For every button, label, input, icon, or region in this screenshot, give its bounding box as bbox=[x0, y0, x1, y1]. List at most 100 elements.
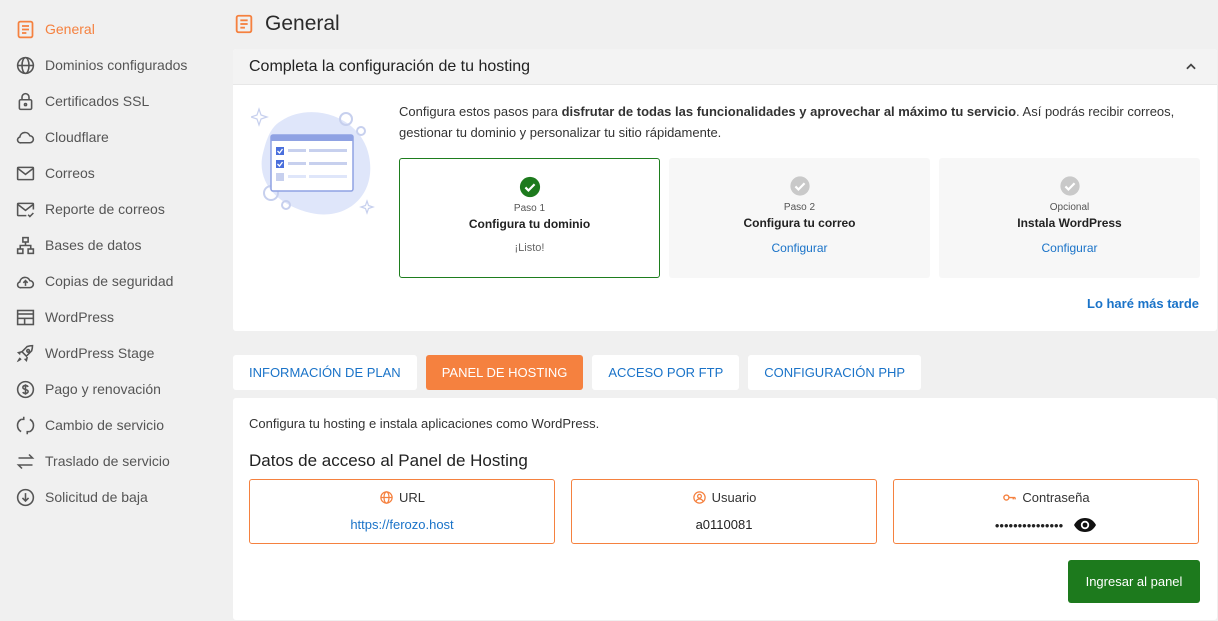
chevron-up-icon[interactable] bbox=[1181, 57, 1201, 77]
database-tree-icon bbox=[14, 234, 36, 256]
password-label-text: Contraseña bbox=[1022, 490, 1090, 505]
step-number: Opcional bbox=[1049, 202, 1090, 213]
configure-wordpress-link[interactable]: Configurar bbox=[1041, 241, 1097, 255]
lock-icon bbox=[14, 90, 36, 112]
cloud-icon bbox=[14, 126, 36, 148]
checklist-illustration bbox=[251, 107, 375, 215]
step-name: Instala WordPress bbox=[1017, 216, 1122, 230]
step-name: Configura tu dominio bbox=[468, 217, 591, 231]
sidebar-item-label: Dominios configurados bbox=[45, 57, 188, 73]
setup-card-body: Configura estos pasos para disfrutar de … bbox=[233, 85, 1217, 331]
setup-card-title: Completa la configuración de tu hosting bbox=[249, 57, 531, 75]
sidebar-item-bases-datos[interactable]: Bases de datos bbox=[0, 227, 215, 263]
user-label-text: Usuario bbox=[711, 490, 757, 505]
sidebar: General Dominios configurados Certificad… bbox=[0, 0, 215, 621]
arrow-down-circle-icon bbox=[14, 486, 36, 508]
configure-mail-link[interactable]: Configurar bbox=[771, 241, 827, 255]
page-header: General bbox=[233, 0, 1217, 48]
check-circle-icon bbox=[519, 176, 540, 198]
step-number: Paso 2 bbox=[783, 202, 816, 213]
sidebar-item-label: Traslado de servicio bbox=[45, 453, 170, 469]
tab-ftp-access[interactable]: ACCESO POR FTP bbox=[592, 355, 740, 390]
sidebar-item-wordpress[interactable]: WordPress bbox=[0, 299, 215, 335]
document-icon bbox=[14, 18, 36, 40]
url-label: URL bbox=[379, 490, 425, 505]
sidebar-item-label: Solicitud de baja bbox=[45, 489, 148, 505]
step-name: Configura tu correo bbox=[743, 216, 856, 230]
tab-plan-info[interactable]: INFORMACIÓN DE PLAN bbox=[233, 355, 417, 390]
tab-php-config[interactable]: CONFIGURACIÓN PHP bbox=[748, 355, 922, 390]
sidebar-item-wordpress-stage[interactable]: WordPress Stage bbox=[0, 335, 215, 371]
sidebar-item-cloudflare[interactable]: Cloudflare bbox=[0, 119, 215, 155]
globe-icon bbox=[380, 491, 393, 504]
setup-steps: Paso 1 Configura tu dominio ¡Listo! Paso… bbox=[399, 158, 1200, 278]
step-mail: Paso 2 Configura tu correo Configurar bbox=[669, 158, 930, 278]
sidebar-item-label: Copias de seguridad bbox=[45, 273, 174, 289]
mail-icon bbox=[14, 162, 36, 184]
hosting-panel-card: Configura tu hosting e instala aplicacio… bbox=[233, 398, 1217, 620]
user-label: Usuario bbox=[692, 490, 757, 505]
step-status: ¡Listo! bbox=[514, 242, 545, 254]
eye-icon[interactable] bbox=[1073, 517, 1097, 533]
rocket-icon bbox=[14, 342, 36, 364]
page-title: General bbox=[265, 12, 340, 35]
check-circle-icon bbox=[789, 176, 810, 196]
step-domain: Paso 1 Configura tu dominio ¡Listo! bbox=[399, 158, 660, 278]
sidebar-item-label: Certificados SSL bbox=[45, 93, 150, 109]
panel-subtitle: Datos de acceso al Panel de Hosting bbox=[249, 451, 528, 470]
setup-description-bold: disfrutar de todas las funcionalidades y… bbox=[561, 104, 1017, 119]
user-box: Usuario a0110081 bbox=[571, 479, 877, 544]
sidebar-item-label: Correos bbox=[45, 165, 95, 181]
sidebar-item-label: WordPress Stage bbox=[45, 345, 155, 361]
password-box: Contraseña ••••••••••••••• bbox=[893, 479, 1199, 544]
sidebar-item-dominios[interactable]: Dominios configurados bbox=[0, 47, 215, 83]
sidebar-item-label: Pago y renovación bbox=[45, 381, 161, 397]
panel-intro: Configura tu hosting e instala aplicacio… bbox=[249, 416, 600, 431]
sidebar-item-label: Cloudflare bbox=[45, 129, 109, 145]
password-value: ••••••••••••••• bbox=[994, 517, 1064, 533]
url-link[interactable]: https://ferozo.host bbox=[350, 517, 453, 532]
sidebar-item-reporte-correos[interactable]: Reporte de correos bbox=[0, 191, 215, 227]
sidebar-item-ssl[interactable]: Certificados SSL bbox=[0, 83, 215, 119]
layout-icon bbox=[14, 306, 36, 328]
later-link[interactable]: Lo haré más tarde bbox=[1087, 296, 1199, 311]
cloud-upload-icon bbox=[14, 270, 36, 292]
mail-check-icon bbox=[14, 198, 36, 220]
sidebar-item-label: WordPress bbox=[45, 309, 114, 325]
url-box: URL https://ferozo.host bbox=[249, 479, 555, 544]
setup-description-text: Configura estos pasos para bbox=[399, 104, 562, 119]
sidebar-item-traslado[interactable]: Traslado de servicio bbox=[0, 443, 215, 479]
user-value: a0110081 bbox=[695, 517, 753, 532]
sidebar-item-general[interactable]: General bbox=[0, 11, 215, 47]
password-label: Contraseña bbox=[1002, 490, 1090, 505]
sidebar-item-label: General bbox=[45, 21, 95, 37]
sidebar-item-label: Reporte de correos bbox=[45, 201, 165, 217]
step-wordpress: Opcional Instala WordPress Configurar bbox=[939, 158, 1200, 278]
setup-card: Completa la configuración de tu hosting bbox=[233, 49, 1217, 331]
sidebar-item-copias[interactable]: Copias de seguridad bbox=[0, 263, 215, 299]
credentials-row: URL https://ferozo.host Usuario a0110081… bbox=[249, 479, 1199, 544]
sidebar-item-cambio[interactable]: Cambio de servicio bbox=[0, 407, 215, 443]
key-icon bbox=[1003, 494, 1017, 501]
url-label-text: URL bbox=[398, 490, 425, 505]
sidebar-item-label: Cambio de servicio bbox=[45, 417, 165, 433]
check-circle-icon bbox=[1059, 176, 1080, 196]
enter-panel-button[interactable]: Ingresar al panel bbox=[1068, 560, 1200, 603]
globe-icon bbox=[14, 54, 36, 76]
sidebar-item-baja[interactable]: Solicitud de baja bbox=[0, 479, 215, 515]
swap-icon bbox=[14, 450, 36, 472]
step-number: Paso 1 bbox=[513, 203, 546, 214]
sidebar-item-label: Bases de datos bbox=[45, 237, 142, 253]
refresh-icon bbox=[14, 414, 36, 436]
sidebar-item-pago[interactable]: Pago y renovación bbox=[0, 371, 215, 407]
tab-hosting-panel[interactable]: PANEL DE HOSTING bbox=[425, 355, 584, 390]
sidebar-item-correos[interactable]: Correos bbox=[0, 155, 215, 191]
dollar-icon bbox=[14, 378, 36, 400]
setup-description: Configura estos pasos para disfrutar de … bbox=[399, 101, 1189, 143]
password-row: ••••••••••••••• bbox=[995, 517, 1097, 533]
setup-card-header[interactable]: Completa la configuración de tu hosting bbox=[233, 49, 1217, 85]
document-icon bbox=[233, 12, 257, 36]
user-circle-icon bbox=[692, 491, 706, 504]
tab-bar: INFORMACIÓN DE PLAN PANEL DE HOSTING ACC… bbox=[233, 355, 922, 390]
main-content: General Completa la configuración de tu … bbox=[233, 0, 1217, 620]
